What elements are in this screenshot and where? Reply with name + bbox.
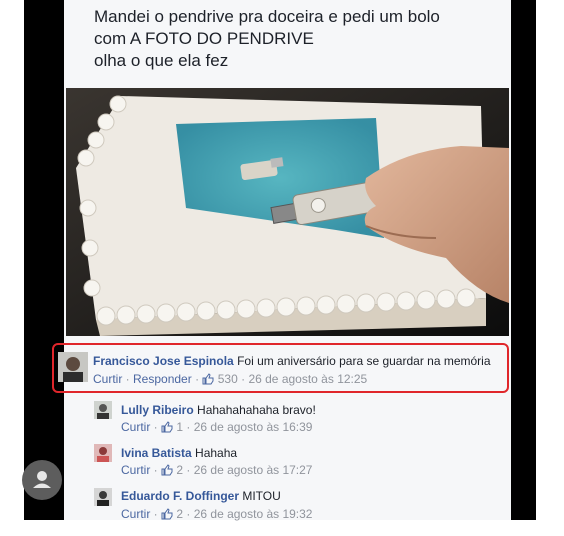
comment-4-meta: Curtir · 2 · 26 de agosto às 19:32 — [121, 507, 313, 523]
comment-1-reply-link[interactable]: Responder — [133, 372, 192, 386]
comment-1-meta: Curtir · Responder · 530 · 26 de agosto … — [93, 372, 368, 388]
comment-2-like-count: 1 — [176, 420, 184, 434]
comment-4-author[interactable]: Eduardo F. Doffinger — [121, 489, 239, 503]
comment-1-text-row: Francisco Jose Espinola Foi um aniversár… — [93, 354, 491, 368]
comment-2-time[interactable]: 26 de agosto às 16:39 — [194, 420, 313, 434]
comment-3-author[interactable]: Ivina Batista — [121, 446, 192, 460]
comment-4-like-count: 2 — [176, 507, 184, 521]
thumbs-up-icon — [161, 508, 173, 523]
avatar-eduardo[interactable] — [94, 488, 112, 506]
profile-button[interactable] — [22, 460, 62, 500]
comment-3-like-link[interactable]: Curtir — [121, 463, 150, 477]
comment-1-author[interactable]: Francisco Jose Espinola — [93, 354, 234, 368]
comment-3-time[interactable]: 26 de agosto às 17:27 — [194, 463, 313, 477]
comment-4-like-link[interactable]: Curtir — [121, 507, 150, 521]
comment-4-time[interactable]: 26 de agosto às 19:32 — [194, 507, 313, 521]
comment-3-like-count: 2 — [176, 463, 184, 477]
avatar-ivina[interactable] — [94, 444, 112, 462]
facebook-post: Mandei o pendrive pra doceira e pedi um … — [64, 0, 511, 520]
thumbs-up-icon — [161, 421, 173, 436]
post-text-line-3: olha o que ela fez — [94, 51, 229, 70]
cake-photo[interactable] — [66, 88, 509, 336]
thumbs-up-icon — [202, 373, 214, 388]
thumbs-up-icon — [161, 464, 173, 479]
avatar-francisco[interactable] — [58, 352, 88, 382]
comment-1-like-link[interactable]: Curtir — [93, 372, 122, 386]
comment-3-meta: Curtir · 2 · 26 de agosto às 17:27 — [121, 463, 313, 479]
comment-2-meta: Curtir · 1 · 26 de agosto às 16:39 — [121, 420, 313, 436]
comment-3-text: Hahaha — [195, 446, 238, 460]
left-black-bar — [24, 0, 64, 520]
comment-3-text-row: Ivina Batista Hahaha — [121, 446, 237, 460]
post-text-line-1: Mandei o pendrive pra doceira e pedi um … — [94, 7, 440, 26]
comment-1-text: Foi um aniversário para se guardar na me… — [237, 354, 491, 368]
comment-4-text-row: Eduardo F. Doffinger MITOU — [121, 489, 281, 503]
avatar-lully[interactable] — [94, 401, 112, 419]
comment-2-text-row: Lully Ribeiro Hahahahahaha bravo! — [121, 403, 316, 417]
post-text-line-2: com A FOTO DO PENDRIVE — [94, 29, 314, 48]
user-icon — [33, 471, 51, 488]
comment-4-text: MITOU — [242, 489, 281, 503]
right-black-bar — [511, 0, 536, 520]
comment-2-like-link[interactable]: Curtir — [121, 420, 150, 434]
comment-2-text: Hahahahahaha bravo! — [197, 403, 316, 417]
comment-2-author[interactable]: Lully Ribeiro — [121, 403, 194, 417]
comment-1-like-count: 530 — [217, 372, 238, 386]
comment-1-time[interactable]: 26 de agosto às 12:25 — [248, 372, 367, 386]
post-text: Mandei o pendrive pra doceira e pedi um … — [94, 6, 440, 72]
